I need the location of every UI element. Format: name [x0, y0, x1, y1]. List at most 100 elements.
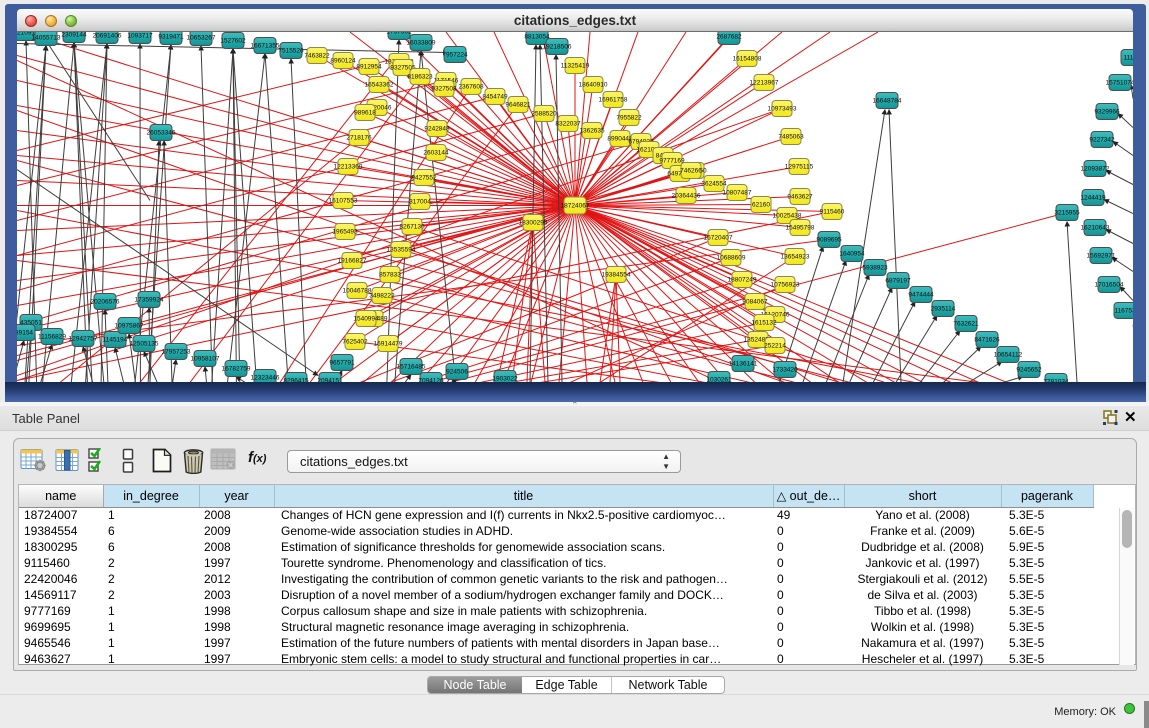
svg-text:9245652: 9245652	[1016, 367, 1042, 374]
svg-text:16671355: 16671355	[251, 43, 280, 50]
svg-text:16210643: 16210643	[1081, 225, 1110, 232]
svg-text:19166827: 19166827	[338, 258, 367, 265]
svg-text:17957253: 17957253	[162, 349, 191, 356]
svg-text:7625402: 7625402	[342, 339, 368, 346]
svg-text:7955822: 7955822	[616, 115, 642, 122]
svg-text:9327508: 9327508	[431, 86, 457, 93]
svg-text:9474444: 9474444	[908, 292, 934, 299]
svg-text:1640954: 1640954	[839, 251, 865, 258]
svg-text:1903022: 1903022	[492, 376, 518, 383]
svg-text:18807249: 18807249	[728, 277, 757, 284]
svg-text:9084067: 9084067	[742, 299, 768, 306]
svg-text:1145194: 1145194	[103, 337, 128, 344]
svg-text:15751074: 15751074	[1106, 80, 1133, 87]
svg-text:6879197: 6879197	[885, 278, 911, 285]
svg-text:16543362: 16543362	[365, 82, 394, 89]
svg-text:1757602: 1757602	[386, 32, 412, 36]
svg-text:1362635: 1362635	[579, 128, 605, 135]
svg-text:1030261: 1030261	[706, 377, 732, 383]
svg-text:1527602: 1527602	[220, 38, 246, 45]
svg-text:11156829: 11156829	[38, 334, 66, 341]
svg-text:1244419: 1244419	[1080, 195, 1106, 202]
svg-text:8912954: 8912954	[356, 64, 382, 71]
svg-text:14055713: 14055713	[32, 35, 61, 42]
svg-text:12975115: 12975115	[785, 164, 814, 171]
svg-text:1733426: 1733426	[772, 367, 798, 374]
svg-text:8454749: 8454749	[482, 94, 508, 101]
svg-text:9427552: 9427552	[411, 175, 437, 182]
svg-text:9329966: 9329966	[1094, 109, 1120, 116]
svg-text:15495798: 15495798	[786, 225, 815, 232]
svg-text:62160: 62160	[752, 202, 770, 209]
svg-text:2588520: 2588520	[531, 111, 557, 118]
svg-text:16782759: 16782759	[222, 366, 251, 373]
svg-text:3215955: 3215955	[1054, 210, 1080, 217]
svg-text:20364436: 20364436	[672, 193, 701, 200]
svg-text:26053346: 26053346	[147, 130, 176, 137]
svg-text:11121: 11121	[1123, 55, 1133, 62]
svg-text:10688609: 10688609	[717, 255, 746, 262]
svg-text:3498222: 3498222	[369, 293, 395, 300]
svg-text:9242848: 9242848	[424, 126, 450, 133]
svg-text:1615132: 1615132	[751, 320, 777, 327]
svg-text:16107553: 16107553	[329, 198, 358, 205]
svg-text:17359924: 17359924	[135, 297, 164, 304]
svg-text:15716485: 15716485	[397, 364, 426, 371]
svg-text:1965493: 1965493	[332, 229, 358, 236]
svg-text:10653267: 10653267	[187, 35, 216, 42]
svg-text:116753: 116753	[1114, 308, 1133, 315]
svg-text:16914479: 16914479	[374, 341, 403, 348]
svg-text:8186323: 8186323	[407, 74, 433, 81]
svg-text:9646821: 9646821	[505, 102, 531, 109]
svg-text:252214: 252214	[764, 343, 786, 350]
svg-text:989618: 989618	[354, 110, 376, 117]
svg-text:18640910: 18640910	[579, 82, 608, 89]
svg-text:10654112: 10654112	[994, 352, 1023, 359]
svg-text:39154: 39154	[17, 330, 33, 337]
svg-text:7094126: 7094126	[418, 378, 444, 383]
svg-text:10025438: 10025438	[773, 213, 802, 220]
svg-text:9115460: 9115460	[820, 209, 845, 216]
svg-text:1540994: 1540994	[353, 316, 379, 323]
svg-text:9319471: 9319471	[158, 34, 184, 41]
svg-text:7781034: 7781034	[1043, 379, 1069, 383]
svg-text:13535594: 13535594	[387, 247, 416, 254]
svg-text:10975867: 10975867	[115, 323, 144, 330]
svg-text:5938923: 5938923	[862, 265, 888, 272]
svg-text:2935114: 2935114	[931, 306, 956, 313]
svg-text:20691406: 20691406	[93, 33, 122, 40]
svg-text:13654923: 13654923	[781, 254, 810, 261]
svg-text:12505135: 12505135	[130, 341, 159, 348]
svg-text:16961758: 16961758	[599, 97, 628, 104]
svg-text:15692971: 15692971	[1087, 253, 1116, 260]
svg-text:10973493: 10973493	[768, 106, 797, 113]
svg-text:7463822: 7463822	[304, 53, 330, 60]
svg-text:2687682: 2687682	[716, 34, 742, 41]
svg-text:2094151: 2094151	[317, 378, 343, 383]
svg-text:8471626: 8471626	[974, 337, 1000, 344]
svg-text:9089695: 9089695	[816, 237, 842, 244]
svg-text:8322037: 8322037	[555, 121, 581, 128]
svg-text:16154808: 16154808	[733, 56, 762, 63]
svg-text:857833: 857833	[379, 272, 401, 279]
svg-text:9227342: 9227342	[1089, 137, 1115, 144]
svg-text:18300295: 18300295	[519, 220, 548, 227]
svg-text:1093717: 1093717	[127, 33, 153, 40]
svg-text:7485063: 7485063	[778, 134, 804, 141]
svg-text:7515526: 7515526	[278, 48, 304, 55]
svg-text:10958107: 10958107	[191, 356, 220, 363]
svg-text:12942757: 12942757	[69, 336, 98, 343]
svg-text:8960124: 8960124	[330, 58, 356, 65]
svg-text:2718176: 2718176	[346, 135, 372, 142]
svg-text:10046788: 10046788	[343, 288, 372, 295]
svg-text:3624554: 3624554	[701, 181, 727, 188]
svg-text:12093872: 12093872	[1081, 166, 1110, 173]
svg-text:18724067: 18724067	[561, 203, 590, 210]
svg-text:8267130: 8267130	[399, 224, 425, 231]
svg-text:12323446: 12323446	[251, 375, 280, 382]
svg-text:17016504: 17016504	[1095, 282, 1124, 289]
svg-text:20206576: 20206576	[91, 299, 120, 306]
svg-text:2367608: 2367608	[458, 84, 484, 91]
svg-text:9657791: 9657791	[329, 360, 355, 367]
svg-text:19218506: 19218506	[543, 44, 572, 51]
